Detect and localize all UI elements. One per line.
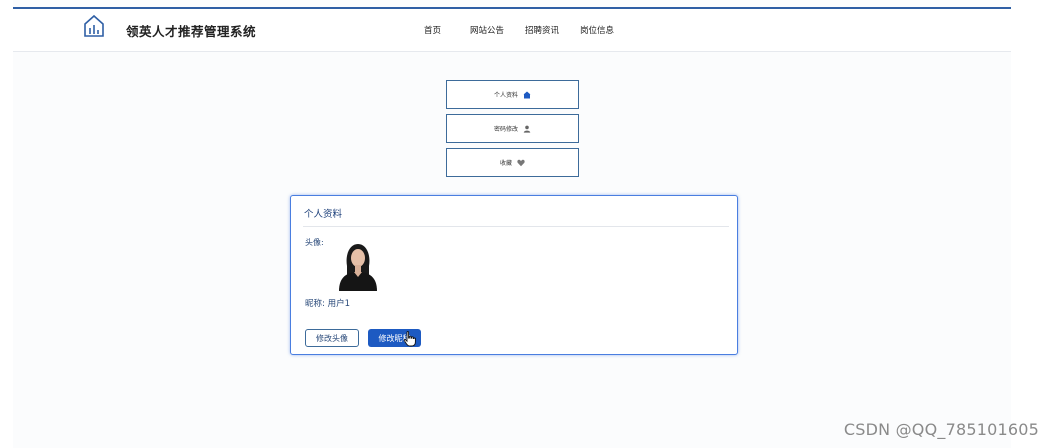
- menu-profile-label: 个人资料: [493, 92, 518, 99]
- header-bar: 领英人才推荐管理系统 首页 网站公告 招聘资讯 岗位信息: [13, 9, 1011, 52]
- user-icon: [523, 125, 531, 133]
- nickname-label: 昵称:: [305, 299, 325, 309]
- site-title: 领英人才推荐管理系统: [126, 24, 257, 39]
- watermark: CSDN @QQ_785101605: [843, 420, 1039, 439]
- nav-item-positions[interactable]: 岗位信息: [580, 24, 614, 36]
- menu-favorites-label: 收藏: [499, 160, 512, 167]
- avatar: [335, 239, 381, 291]
- heart-icon: [517, 159, 525, 166]
- nav-item-home[interactable]: 首页: [424, 24, 441, 36]
- menu-favorites-button[interactable]: 收藏: [446, 148, 579, 177]
- menu-profile-button[interactable]: 个人资料: [446, 80, 579, 109]
- card-divider: [303, 226, 729, 227]
- profile-card: 个人资料 头像: 昵称: 用户1 修改头像 修改昵称: [290, 195, 738, 355]
- nickname-value: 用户1: [327, 299, 350, 309]
- home-icon: [523, 91, 531, 98]
- building-chart-icon[interactable]: [83, 14, 105, 38]
- change-avatar-button[interactable]: 修改头像: [305, 329, 359, 347]
- nickname-row: 昵称: 用户1: [305, 297, 350, 309]
- profile-card-title: 个人资料: [304, 209, 343, 220]
- avatar-label: 头像:: [305, 238, 324, 247]
- nav-item-announcements[interactable]: 网站公告: [470, 24, 504, 36]
- nav-item-recruitment-news[interactable]: 招聘资讯: [525, 24, 559, 36]
- hand-pointer-icon: [403, 331, 416, 347]
- menu-password-label: 密码修改: [493, 126, 518, 133]
- menu-password-button[interactable]: 密码修改: [446, 114, 579, 143]
